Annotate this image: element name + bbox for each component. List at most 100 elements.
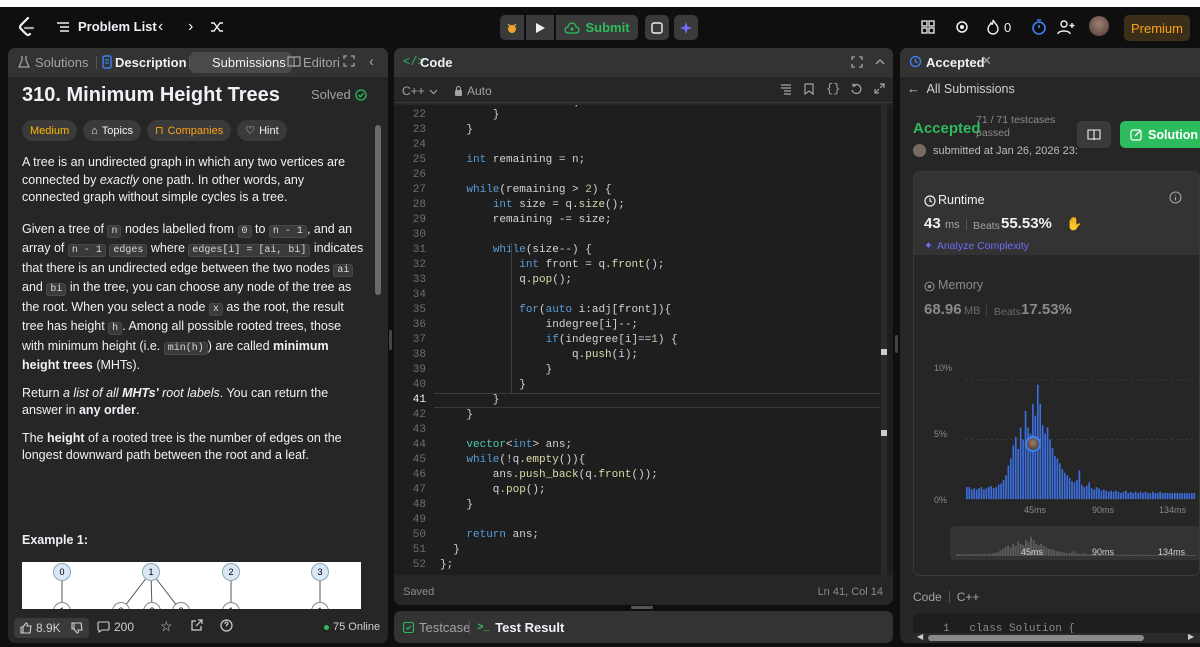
reset-icon[interactable] xyxy=(850,83,862,98)
code-line[interactable]: 27 while(remaining > 2) { xyxy=(394,183,880,198)
distribution-bar[interactable] xyxy=(1017,448,1020,499)
distribution-bar[interactable] xyxy=(1176,493,1179,499)
distribution-bar[interactable] xyxy=(1159,491,1161,499)
distribution-bar[interactable] xyxy=(1071,481,1073,499)
tab-testcase[interactable]: Testcase xyxy=(403,620,470,635)
distribution-bar[interactable] xyxy=(973,488,975,499)
braces-icon[interactable]: {} xyxy=(826,82,840,96)
info-icon[interactable] xyxy=(1169,191,1182,209)
distribution-bar[interactable] xyxy=(1056,458,1059,499)
distribution-bar[interactable] xyxy=(1078,470,1081,499)
submit-button[interactable]: Submit xyxy=(556,15,638,40)
distribution-bar[interactable] xyxy=(1066,475,1068,499)
distribution-bar[interactable] xyxy=(1132,493,1135,499)
distribution-bar[interactable] xyxy=(1120,493,1122,499)
expand-icon[interactable] xyxy=(343,55,355,67)
code-line[interactable]: 36 indegree[i]--; xyxy=(394,318,880,333)
distribution-bar[interactable] xyxy=(1186,493,1188,499)
distribution-bar[interactable] xyxy=(980,487,983,499)
code-line[interactable]: 34 xyxy=(394,288,880,303)
distribution-bar[interactable] xyxy=(1088,482,1090,499)
distribution-bar[interactable] xyxy=(1134,491,1137,499)
next-problem-icon[interactable]: › xyxy=(188,18,193,36)
distribution-bar[interactable] xyxy=(1164,493,1166,499)
distribution-bar[interactable] xyxy=(995,487,998,499)
runtime-card[interactable]: Runtime 43 ms Beats 55.53% ✋ ✦ Analyze C… xyxy=(914,172,1199,255)
tab-accepted[interactable]: Accepted xyxy=(926,55,985,70)
distribution-bar[interactable] xyxy=(1019,427,1022,499)
premium-button[interactable]: Premium xyxy=(1124,15,1190,41)
add-friend-icon[interactable] xyxy=(1057,19,1075,35)
scrollbar[interactable] xyxy=(375,125,381,295)
description-scroll[interactable]: 310. Minimum Height Trees Solved Medium … xyxy=(8,77,388,609)
hint-button[interactable]: ♡ Hint xyxy=(237,120,287,141)
distribution-bar[interactable] xyxy=(1046,427,1049,499)
distribution-bar[interactable] xyxy=(1063,472,1066,499)
code-line[interactable]: 47 q.pop(); xyxy=(394,483,880,498)
tab-solutions[interactable]: Solutions xyxy=(35,55,88,70)
code-line[interactable]: 43 xyxy=(394,423,880,438)
distribution-bar[interactable] xyxy=(1095,487,1098,499)
editorial-button[interactable] xyxy=(1077,121,1111,148)
distribution-bar[interactable] xyxy=(1151,491,1154,499)
distribution-bar[interactable] xyxy=(1142,493,1144,499)
distribution-bar[interactable] xyxy=(1051,447,1054,499)
distribution-bar[interactable] xyxy=(1183,493,1186,499)
distribution-bar[interactable] xyxy=(992,488,995,499)
tab-test-result[interactable]: >_ Test Result xyxy=(477,620,564,635)
distribution-bar[interactable] xyxy=(1058,463,1061,499)
leetcode-logo-icon[interactable] xyxy=(18,17,36,37)
language-select[interactable]: C++ xyxy=(402,84,438,98)
tab-description[interactable]: Description xyxy=(115,55,187,70)
help-icon[interactable] xyxy=(220,619,233,635)
distribution-bar[interactable] xyxy=(1191,493,1193,499)
distribution-bar[interactable] xyxy=(966,487,968,499)
distribution-bar[interactable] xyxy=(1181,493,1183,499)
distribution-bar[interactable] xyxy=(1129,491,1132,499)
distribution-bar[interactable] xyxy=(1061,469,1064,499)
settings-icon[interactable] xyxy=(954,19,970,35)
tab-submissions[interactable]: Submissions xyxy=(190,52,292,73)
distribution-bar[interactable] xyxy=(1068,477,1071,499)
distribution-bar[interactable] xyxy=(1041,425,1044,499)
distribution-bar[interactable] xyxy=(970,489,973,499)
expand-editor-icon[interactable] xyxy=(874,83,885,97)
distribution-bar[interactable] xyxy=(1022,439,1024,499)
horizontal-scrollbar[interactable]: ◀ ▶ xyxy=(913,632,1200,643)
code-line[interactable]: 23 } xyxy=(394,123,880,138)
code-line[interactable]: 32 int front = q.front(); xyxy=(394,258,880,273)
distribution-bar[interactable] xyxy=(1127,493,1130,499)
code-line[interactable]: 31 while(size--) { xyxy=(394,243,880,258)
distribution-bar[interactable] xyxy=(1178,493,1181,499)
note-button[interactable] xyxy=(645,15,669,40)
code-line[interactable]: 29 remaining -= size; xyxy=(394,213,880,228)
distribution-bar[interactable] xyxy=(1049,439,1051,499)
vertical-resize-handle[interactable] xyxy=(631,606,653,609)
distribution-bar[interactable] xyxy=(1122,491,1125,499)
topics-button[interactable]: ⌂ Topics xyxy=(83,120,141,141)
distribution-bar[interactable] xyxy=(1110,490,1113,499)
distribution-bar[interactable] xyxy=(1125,490,1127,499)
code-line[interactable]: 46 ans.push_back(q.front()); xyxy=(394,468,880,483)
distribution-bar[interactable] xyxy=(997,484,1000,499)
distribution-bar[interactable] xyxy=(1083,487,1086,499)
distribution-bar[interactable] xyxy=(1166,493,1169,499)
code-line[interactable]: 37 if(indegree[i]==1) { xyxy=(394,333,880,348)
code-line[interactable]: 50 return ans; xyxy=(394,528,880,543)
layout-icon[interactable] xyxy=(921,20,935,34)
close-icon[interactable]: ✕ xyxy=(981,53,992,69)
distribution-bar[interactable] xyxy=(1188,493,1191,499)
distribution-bar[interactable] xyxy=(1034,415,1037,499)
distribution-bar[interactable] xyxy=(1117,491,1120,499)
thumbs-down-icon[interactable] xyxy=(71,622,83,634)
run-button[interactable] xyxy=(526,15,554,40)
code-line[interactable]: 39 } xyxy=(394,363,880,378)
code-line[interactable]: 48 } xyxy=(394,498,880,513)
code-line[interactable]: 49 xyxy=(394,513,880,528)
code-line[interactable]: 26 xyxy=(394,168,880,183)
collapse-icon[interactable]: ‹ xyxy=(369,53,374,70)
distribution-bar[interactable] xyxy=(968,487,971,499)
analyze-complexity-link[interactable]: ✦ Analyze Complexity xyxy=(924,240,1029,252)
distribution-bar[interactable] xyxy=(978,488,980,499)
editor-scrollbar[interactable] xyxy=(881,105,887,575)
